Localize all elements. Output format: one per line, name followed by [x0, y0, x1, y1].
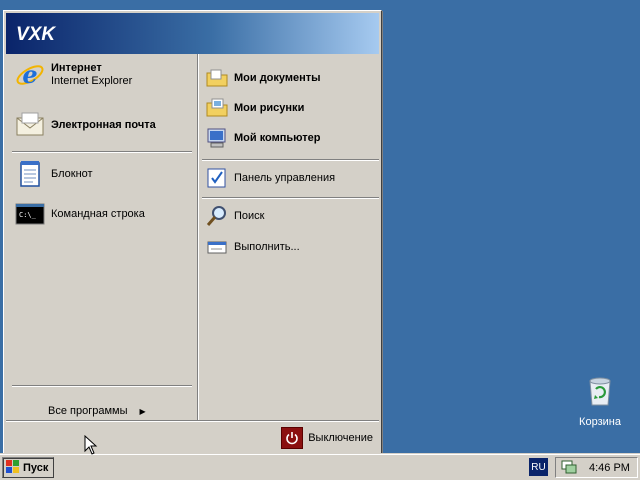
control-panel-label: Панель управления [234, 171, 336, 184]
folder-pictures-icon [205, 96, 229, 120]
system-tray: 4:46 PM [555, 457, 638, 478]
start-menu-bottom-bar: Выключение [6, 420, 379, 453]
search-item[interactable]: Поиск [205, 204, 264, 228]
internet-item[interactable]: e Интернет Internet Explorer [14, 59, 132, 91]
all-programs-label: Все программы [48, 405, 128, 417]
clock[interactable]: 4:46 PM [589, 462, 630, 474]
notepad-item-label: Блокнот [51, 167, 93, 180]
internet-item-subtitle: Internet Explorer [51, 75, 133, 87]
search-icon [205, 204, 229, 228]
control-panel-item[interactable]: Панель управления [205, 166, 335, 190]
email-item-label: Электронная почта [51, 118, 156, 131]
recycle-bin-icon [583, 377, 617, 412]
svg-text:C:\_: C:\_ [19, 211, 37, 219]
arrow-right-icon: ▶ [139, 406, 146, 416]
command-prompt-icon: C:\_ [14, 198, 46, 230]
start-menu-header: VXK [6, 13, 379, 54]
email-item[interactable]: Электронная почта [14, 109, 156, 141]
right-separator-1 [202, 159, 379, 161]
run-icon [205, 235, 229, 259]
recycle-bin[interactable]: Корзина [572, 375, 628, 428]
my-pictures-label: Мои рисунки [234, 101, 305, 114]
start-button-label: Пуск [23, 461, 49, 474]
shutdown-label: Выключение [308, 432, 373, 444]
notepad-item[interactable]: Блокнот [14, 158, 93, 190]
my-pictures-item[interactable]: Мои рисунки [205, 96, 304, 120]
network-icon[interactable] [561, 458, 577, 477]
windows-logo-icon [6, 459, 20, 476]
computer-icon [205, 126, 229, 150]
all-programs-button[interactable]: Все программы ▶ [48, 405, 146, 417]
run-item[interactable]: Выполнить... [205, 235, 300, 259]
internet-explorer-icon: e [14, 59, 46, 91]
right-separator-2 [202, 197, 379, 199]
command-prompt-item[interactable]: C:\_ Командная строка [14, 198, 145, 230]
start-button[interactable]: Пуск [2, 457, 54, 478]
all-programs-separator [12, 385, 192, 387]
search-label: Поиск [234, 209, 265, 222]
internet-item-title: Интернет [51, 62, 102, 74]
svg-text:e: e [22, 60, 37, 89]
folder-documents-icon [205, 66, 229, 90]
my-computer-item[interactable]: Мой компьютер [205, 126, 321, 150]
start-menu: VXK e Интернет Internet Explorer Электро… [3, 10, 382, 454]
mouse-cursor-icon [84, 434, 98, 458]
start-menu-left-column: e Интернет Internet Explorer Электронная… [6, 54, 196, 420]
control-panel-icon [205, 166, 229, 190]
my-documents-label: Мои документы [234, 71, 321, 84]
notepad-icon [14, 158, 46, 190]
my-computer-label: Мой компьютер [234, 131, 321, 144]
run-label: Выполнить... [234, 240, 300, 253]
command-prompt-item-label: Командная строка [51, 207, 145, 220]
start-menu-right-column: Мои документы Мои рисунки Мой компьютер … [197, 54, 381, 420]
my-documents-item[interactable]: Мои документы [205, 66, 321, 90]
user-name: VXK [16, 24, 56, 45]
recycle-bin-label: Корзина [579, 416, 621, 428]
left-separator [12, 151, 192, 153]
power-icon [281, 427, 304, 449]
mail-icon [14, 109, 46, 141]
shutdown-button[interactable]: Выключение [281, 427, 373, 449]
language-indicator[interactable]: RU [529, 458, 548, 476]
